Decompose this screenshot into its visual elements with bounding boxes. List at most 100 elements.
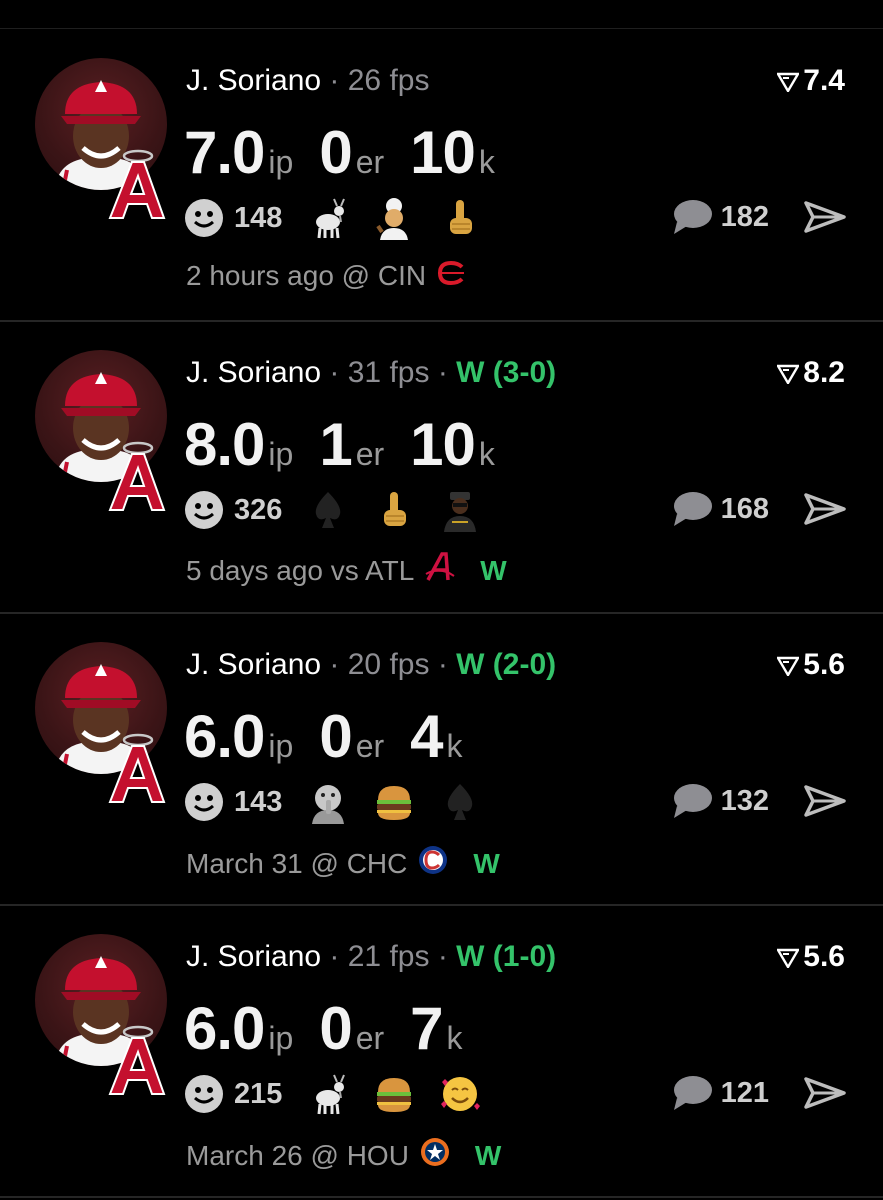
share-icon[interactable] (803, 1076, 847, 1110)
comment-icon[interactable] (671, 1074, 713, 1112)
score-value: 5.6 (803, 648, 845, 681)
smiley-react-icon[interactable] (184, 490, 224, 530)
top-divider (0, 28, 883, 29)
stat-line: 6.0 ip 0 er 7 k (184, 994, 489, 1063)
middle-finger-icon[interactable] (438, 196, 504, 240)
angels-logo-icon (108, 733, 166, 803)
spade-icon[interactable] (306, 488, 372, 532)
er-label: er (355, 144, 385, 180)
post-header: J. Soriano · 31 fps · W (3-0) (186, 356, 557, 389)
score-value: 5.6 (803, 940, 845, 973)
fantasy-points: 21 fps (347, 940, 430, 973)
feed-card[interactable]: J. Soriano · 21 fps · W (1-0) 5.6 6.0 ip 0… (0, 906, 883, 1198)
reactions-bar: 326 (184, 488, 504, 532)
smiley-react-icon[interactable] (184, 782, 224, 822)
k-label: k (478, 144, 495, 180)
post-actions: 182 (671, 198, 847, 236)
share-icon[interactable] (803, 784, 847, 818)
goat-icon[interactable] (306, 196, 372, 240)
reds-logo-icon (436, 260, 466, 292)
er-label: er (355, 728, 385, 764)
game-score-icon (776, 72, 801, 94)
ip-label: ip (268, 144, 294, 180)
strikeouts: 7 (410, 995, 443, 1062)
game-date: March 31 @ CHC (186, 847, 408, 879)
comment-count: 182 (720, 200, 769, 233)
comment-count: 168 (720, 492, 769, 525)
player-name[interactable]: J. Soriano (186, 356, 321, 389)
shush-face-icon[interactable] (306, 780, 372, 824)
reaction-count: 326 (234, 493, 283, 526)
cubs-logo-icon (417, 844, 449, 883)
earned-runs: 0 (319, 119, 352, 186)
score-value: 8.2 (803, 356, 845, 389)
comment-count: 132 (720, 784, 769, 817)
game-date: 5 days ago vs ATL (186, 554, 415, 586)
comment-icon[interactable] (671, 490, 713, 528)
middle-finger-icon[interactable] (372, 488, 438, 532)
strikeouts: 10 (410, 411, 476, 478)
game-result: W (474, 1139, 502, 1171)
rapper-icon[interactable] (438, 488, 504, 532)
share-icon[interactable] (803, 200, 847, 234)
feed-card[interactable]: J. Soriano · 31 fps · W (3-0) 8.2 8.0 ip 1… (0, 322, 883, 614)
reactions-bar: 143 (184, 780, 504, 824)
post-actions: 168 (671, 490, 847, 528)
score-badge: 8.2 (776, 356, 845, 390)
k-label: k (446, 728, 463, 764)
game-score-icon (776, 364, 801, 386)
player-name[interactable]: J. Soriano (186, 940, 321, 973)
angels-logo-icon (108, 1025, 166, 1095)
chef-icon[interactable] (372, 196, 438, 240)
post-actions: 121 (671, 1074, 847, 1112)
reaction-count: 143 (234, 785, 283, 818)
game-info: 2 hours ago @ CIN (186, 260, 466, 292)
k-label: k (446, 1020, 463, 1056)
innings-pitched: 8.0 (184, 411, 265, 478)
reaction-count: 215 (234, 1077, 283, 1110)
post-header: J. Soriano · 20 fps · W (2-0) (186, 648, 557, 681)
earned-runs: 0 (319, 995, 352, 1062)
burger-icon[interactable] (372, 780, 438, 824)
earned-runs: 1 (319, 411, 352, 478)
goat-icon[interactable] (306, 1072, 372, 1116)
hearts-face-icon[interactable] (438, 1072, 504, 1116)
fantasy-points: 31 fps (347, 356, 430, 389)
post-header: J. Soriano · 26 fps (186, 64, 430, 97)
score-value: 7.4 (803, 64, 845, 97)
angels-logo-icon (108, 149, 166, 219)
game-info: March 26 @ HOU W (186, 1136, 501, 1175)
score-badge: 7.4 (776, 64, 845, 98)
ip-label: ip (268, 436, 294, 472)
innings-pitched: 6.0 (184, 995, 265, 1062)
smiley-react-icon[interactable] (184, 198, 224, 238)
astros-logo-icon (419, 1136, 451, 1175)
smiley-react-icon[interactable] (184, 1074, 224, 1114)
innings-pitched: 7.0 (184, 119, 265, 186)
player-name[interactable]: J. Soriano (186, 64, 321, 97)
game-score-icon (776, 948, 801, 970)
strikeouts: 10 (410, 119, 476, 186)
score-badge: 5.6 (776, 648, 845, 682)
reactions-bar: 148 (184, 196, 504, 240)
player-name[interactable]: J. Soriano (186, 648, 321, 681)
braves-logo-icon (424, 552, 456, 589)
stat-line: 8.0 ip 1 er 10 k (184, 410, 521, 479)
share-icon[interactable] (803, 492, 847, 526)
ip-label: ip (268, 1020, 294, 1056)
comment-icon[interactable] (671, 782, 713, 820)
comment-icon[interactable] (671, 198, 713, 236)
game-info: 5 days ago vs ATL W (186, 552, 507, 589)
win-record: W (1-0) (456, 940, 557, 973)
game-result: W (480, 554, 507, 586)
game-date: 2 hours ago @ CIN (186, 260, 427, 291)
spade-icon[interactable] (438, 780, 504, 824)
game-result: W (473, 847, 500, 879)
feed-card[interactable]: J. Soriano · 20 fps · W (2-0) 5.6 6.0 ip 0… (0, 614, 883, 906)
card-divider (0, 1196, 883, 1198)
comment-count: 121 (720, 1076, 769, 1109)
strikeouts: 4 (410, 703, 443, 770)
fantasy-points: 26 fps (347, 64, 430, 97)
feed-card[interactable]: J. Soriano · 26 fps 7.4 7.0 ip 0 er 10 k 148 (0, 30, 883, 322)
burger-icon[interactable] (372, 1072, 438, 1116)
